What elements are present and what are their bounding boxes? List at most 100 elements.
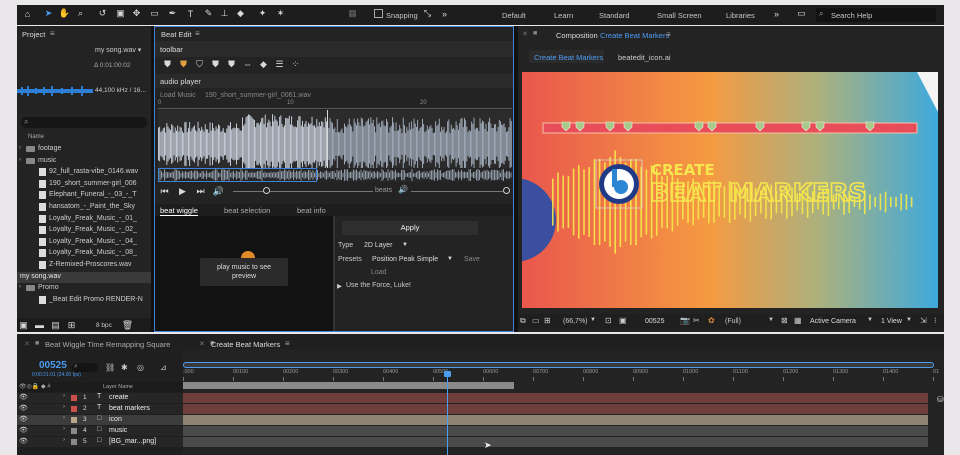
timeline-tab-2-close-icon[interactable]: ✕: [199, 340, 205, 348]
clone-stamp-tool-icon[interactable]: ⊥: [219, 8, 230, 19]
volume-slider-handle[interactable]: [263, 187, 270, 194]
marker-remove-icon[interactable]: ⛊: [226, 59, 237, 70]
visibility-eye-icon[interactable]: 👁: [19, 393, 28, 401]
comp-expand-icon[interactable]: ⇲: [920, 316, 927, 325]
project-search-input[interactable]: ⌕: [21, 117, 147, 128]
region-icon[interactable]: ▣: [619, 316, 627, 325]
load-music-button[interactable]: Load Music: [160, 92, 196, 99]
layer-duration-bar[interactable]: [183, 426, 928, 436]
eraser-tool-icon[interactable]: ◆: [235, 8, 246, 19]
close-icon[interactable]: ✕: [522, 30, 528, 38]
pan-behind-tool-icon[interactable]: ✥: [131, 8, 142, 19]
search-field[interactable]: ⌕ Search Help: [816, 8, 936, 22]
layer-name[interactable]: create: [109, 394, 128, 401]
timeline-tab-1-close-icon[interactable]: ✕: [24, 340, 30, 348]
layer-name[interactable]: icon: [109, 416, 122, 423]
layer-name[interactable]: [BG_mar...png]: [109, 438, 156, 445]
sync-icon[interactable]: ▭: [796, 8, 807, 19]
show-snapshot-icon[interactable]: ✂: [693, 316, 700, 325]
composition-menu-icon[interactable]: ≡: [666, 30, 671, 39]
comp-flowchart-icon[interactable]: ⁝: [934, 316, 937, 325]
layer-duration-bar[interactable]: [183, 437, 928, 447]
project-list-item[interactable]: › footage: [17, 144, 151, 155]
work-area-navigator[interactable]: [183, 362, 934, 368]
tab-beat-wiggle[interactable]: beat wiggle: [160, 206, 198, 216]
layer-name[interactable]: music: [109, 427, 127, 434]
project-list-item[interactable]: Elephant_Funeral_-_03_-_T: [17, 190, 151, 201]
camera-tool-icon[interactable]: ▣: [115, 8, 126, 19]
timeline-zoom-icon[interactable]: ⛁: [937, 395, 944, 404]
project-list-item[interactable]: Loyalty_Freak_Music_-_02_: [17, 225, 151, 236]
rotate-tool-icon[interactable]: ↺: [97, 8, 108, 19]
layer-row[interactable]: 👁 › 2 Tbeat markers: [17, 404, 183, 414]
folder-expand-icon[interactable]: ›: [19, 157, 21, 163]
transparency-grid-icon[interactable]: ▦: [794, 316, 802, 325]
comp-viewer[interactable]: CREATE BEAT MARKERS: [518, 72, 938, 308]
current-frame[interactable]: 00525: [645, 318, 664, 325]
puppet-tool-icon[interactable]: ✶: [275, 8, 286, 19]
marker-shield-icon[interactable]: ⛊: [162, 59, 173, 70]
current-time-indicator[interactable]: [447, 371, 448, 455]
snapping-checkbox[interactable]: [374, 9, 383, 18]
project-list-item[interactable]: Loyalty_Freak_Music_-_08_: [17, 248, 151, 259]
work-area-range[interactable]: [183, 362, 934, 368]
project-list-item[interactable]: my song.wav: [17, 271, 151, 283]
rectangle-tool-icon[interactable]: ▭: [149, 8, 160, 19]
overview-selection[interactable]: [158, 168, 317, 182]
home-icon[interactable]: ⌂: [22, 8, 33, 19]
project-list-item[interactable]: Loyalty_Freak_Music_-_04_: [17, 237, 151, 248]
project-list-item[interactable]: 190_short_summer-girl_006: [17, 179, 151, 190]
current-time-indicator-head[interactable]: [444, 371, 451, 377]
project-list-item[interactable]: › music: [17, 156, 151, 167]
selected-item-name[interactable]: my song.wav ▾: [95, 46, 141, 54]
volume-slider[interactable]: [233, 191, 373, 192]
layer-expand-icon[interactable]: ›: [63, 415, 65, 421]
beats-slider-handle[interactable]: [503, 187, 510, 194]
timeline-search-input[interactable]: ⌕: [72, 363, 98, 372]
work-area-bar[interactable]: [183, 382, 514, 389]
timeline-timecode[interactable]: 00525: [39, 360, 67, 371]
tab-beat-info[interactable]: beat info: [297, 206, 326, 215]
project-list-item[interactable]: Z-Remixed-Proscores.wav: [17, 260, 151, 271]
hand-tool-icon[interactable]: ✋: [59, 8, 70, 19]
comp-tab-create-beat-markers[interactable]: Create Beat Markers: [529, 50, 604, 63]
safe-zones-icon[interactable]: ⊡: [605, 316, 612, 325]
folder-expand-icon[interactable]: ›: [19, 145, 21, 151]
skip-back-icon[interactable]: ⏮: [159, 186, 170, 197]
visibility-eye-icon[interactable]: 👁: [19, 437, 28, 445]
workspace-standard[interactable]: Standard: [599, 11, 629, 20]
panel-menu-icon[interactable]: ≡: [50, 29, 55, 38]
type-dropdown[interactable]: 2D Layer ▼: [360, 239, 410, 251]
layer-row[interactable]: 👁 › 3 □ icon: [17, 415, 183, 425]
project-list-item[interactable]: _Beat Edit Promo RENDER-N: [17, 295, 151, 306]
layer-expand-icon[interactable]: ›: [63, 426, 65, 432]
type-tool-icon[interactable]: T: [185, 8, 196, 19]
marker-split-icon[interactable]: ⛉: [194, 59, 205, 70]
timeline-tab-1[interactable]: Beat Wiggle Time Remapping Square: [45, 340, 170, 349]
layer-label-color[interactable]: [71, 428, 77, 434]
marker-list-icon[interactable]: ☰: [274, 59, 285, 70]
align-icon[interactable]: ▦: [347, 8, 358, 19]
layer-expand-icon[interactable]: ›: [63, 393, 65, 399]
marker-distribute-icon[interactable]: ◆: [258, 59, 269, 70]
layer-label-color[interactable]: [71, 417, 77, 423]
save-preset-button[interactable]: Save: [464, 256, 480, 263]
new-folder-icon[interactable]: ▬: [34, 320, 45, 331]
marker-shift-icon[interactable]: ⇔: [242, 59, 253, 70]
folder-expand-icon[interactable]: ›: [19, 284, 21, 290]
timeline-tab-2[interactable]: Create Beat Markers: [211, 340, 280, 349]
adjust-icon[interactable]: ⊞: [66, 320, 77, 331]
color-channel-icon[interactable]: ✿: [708, 316, 715, 325]
layer-row[interactable]: 👁 › 4 □ music: [17, 426, 183, 436]
display-icon[interactable]: ▭: [532, 316, 540, 325]
beats-slider[interactable]: [411, 191, 503, 192]
overview-strip[interactable]: [158, 168, 512, 182]
guides-icon[interactable]: ⊞: [544, 316, 551, 325]
bpc-label[interactable]: 8 bpc: [96, 322, 112, 329]
interpret-footage-icon[interactable]: ▣: [18, 320, 29, 331]
beats-volume-icon[interactable]: 🔊: [398, 185, 408, 194]
layer-label-color[interactable]: [71, 395, 77, 401]
project-list-item[interactable]: › Promo: [17, 283, 151, 294]
layer-row[interactable]: 👁 › 1 Tcreate: [17, 393, 183, 403]
layer-name[interactable]: beat markers: [109, 405, 150, 412]
